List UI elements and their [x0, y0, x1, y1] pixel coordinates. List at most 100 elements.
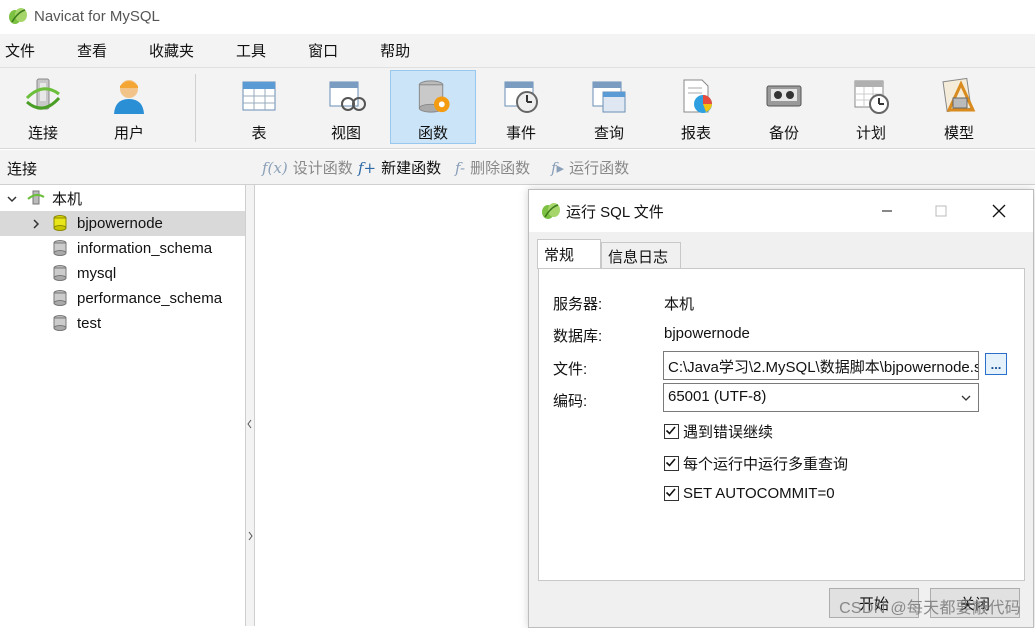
- user-label: 用户: [113, 125, 144, 142]
- tree-db-performance-schema[interactable]: performance_schema: [0, 286, 245, 311]
- model-button[interactable]: 模型: [916, 70, 1002, 144]
- splitter-handle-icon[interactable]: [246, 415, 254, 545]
- multi-query-checkbox[interactable]: 每个运行中运行多重查询: [664, 453, 848, 474]
- maximize-button[interactable]: [918, 190, 964, 232]
- tree-db-bjpowernode[interactable]: bjpowernode: [0, 211, 245, 236]
- tree-db-information-schema[interactable]: information_schema: [0, 236, 245, 261]
- user-button[interactable]: 用户: [86, 70, 172, 144]
- connection-button[interactable]: 连接: [0, 70, 86, 144]
- watermark: CSDN @每天都要敲代码: [839, 600, 1021, 617]
- continue-on-error-label: 遇到错误继续: [683, 424, 774, 441]
- autocommit-label: SET AUTOCOMMIT=0: [683, 485, 835, 502]
- database-value: bjpowernode: [664, 325, 750, 342]
- new-function-icon: f+: [358, 158, 377, 177]
- continue-on-error-checkbox[interactable]: 遇到错误继续: [664, 421, 773, 442]
- checkbox-checked-icon: [664, 456, 679, 471]
- run-function-icon: f▸: [551, 158, 565, 177]
- menu-favorites[interactable]: 收藏夹: [149, 40, 194, 61]
- table-label: 表: [251, 125, 267, 142]
- server-label: 服务器:: [553, 296, 603, 313]
- query-icon: [592, 81, 626, 113]
- minimize-button[interactable]: [864, 190, 910, 232]
- server-connection-icon: [27, 190, 45, 205]
- tab-log-label: 信息日志: [608, 248, 669, 266]
- pane-splitter[interactable]: [246, 185, 255, 626]
- delete-function-icon: f-: [455, 158, 466, 177]
- close-window-button[interactable]: [976, 190, 1022, 232]
- tree-db-mysql[interactable]: mysql: [0, 261, 245, 286]
- file-label: 文件:: [553, 361, 588, 378]
- tree-db-label: performance_schema: [77, 290, 223, 307]
- tab-general[interactable]: 常规: [537, 239, 601, 269]
- navicat-logo-icon: [9, 8, 27, 24]
- app-title-bar: Navicat for MySQL: [0, 0, 1035, 32]
- function-button[interactable]: 函数: [390, 70, 476, 144]
- encoding-select[interactable]: 65001 (UTF-8): [663, 383, 979, 412]
- report-icon: [683, 79, 712, 113]
- close-icon: [992, 204, 1006, 218]
- table-button[interactable]: 表: [216, 70, 302, 144]
- query-label: 查询: [593, 125, 624, 142]
- schedule-label: 计划: [855, 125, 886, 142]
- schedule-button[interactable]: 计划: [828, 70, 914, 144]
- tree-root-label: 本机: [52, 191, 83, 208]
- model-icon: [942, 77, 976, 113]
- navicat-logo-icon: [542, 203, 560, 219]
- dialog-title: 运行 SQL 文件: [566, 204, 664, 221]
- delete-function-button[interactable]: f- 删除函数: [455, 157, 530, 178]
- tab-general-label: 常规: [544, 247, 575, 264]
- tree-root-local[interactable]: 本机: [0, 186, 245, 211]
- table-icon: [242, 81, 276, 111]
- database-label: 数据库:: [553, 328, 603, 345]
- dialog-title-bar: 运行 SQL 文件: [529, 190, 1033, 232]
- database-icon: [53, 265, 67, 281]
- tree-db-label: mysql: [77, 265, 117, 282]
- design-function-icon: f(x): [262, 158, 288, 177]
- connection-section-label: 连接: [7, 161, 38, 178]
- tab-log[interactable]: 信息日志: [601, 242, 681, 269]
- encoding-value: 65001 (UTF-8): [668, 388, 767, 405]
- delete-function-label: 删除函数: [470, 160, 531, 177]
- database-open-icon: [53, 215, 67, 231]
- chevron-right-icon[interactable]: [30, 218, 42, 230]
- design-function-button[interactable]: f(x) 设计函数: [262, 157, 353, 178]
- tree-db-label: test: [77, 315, 102, 332]
- new-function-button[interactable]: f+ 新建函数: [358, 157, 441, 178]
- report-button[interactable]: 报表: [653, 70, 739, 144]
- tree-db-test[interactable]: test: [0, 311, 245, 336]
- app-title: Navicat for MySQL: [34, 7, 160, 25]
- chevron-down-icon[interactable]: [6, 193, 18, 205]
- menu-bar: 文件 查看 收藏夹 工具 窗口 帮助: [0, 34, 1035, 68]
- object-toolbar: 连接 f(x) 设计函数 f+ 新建函数 f- 删除函数 f▸ 运行函数: [0, 150, 1035, 185]
- query-button[interactable]: 查询: [566, 70, 652, 144]
- multi-query-label: 每个运行中运行多重查询: [683, 456, 849, 473]
- tree-db-label: bjpowernode: [77, 215, 163, 232]
- server-value: 本机: [664, 296, 695, 313]
- view-button[interactable]: 视图: [303, 70, 389, 144]
- database-icon: [53, 315, 67, 331]
- backup-label: 备份: [768, 125, 799, 142]
- user-icon: [114, 80, 144, 114]
- backup-icon: [766, 85, 802, 107]
- menu-file[interactable]: 文件: [5, 40, 35, 61]
- browse-file-button[interactable]: ...: [985, 353, 1007, 375]
- event-icon: [504, 81, 538, 113]
- encoding-label: 编码:: [553, 393, 588, 410]
- connection-label: 连接: [27, 125, 58, 142]
- checkbox-checked-icon: [664, 486, 679, 501]
- run-sql-file-dialog: 运行 SQL 文件 常规 信息日志 服务器: 本机 数据库: bjpowerno…: [528, 189, 1034, 628]
- backup-button[interactable]: 备份: [741, 70, 827, 144]
- run-function-label: 运行函数: [569, 160, 630, 177]
- menu-view[interactable]: 查看: [77, 40, 107, 61]
- event-button[interactable]: 事件: [478, 70, 564, 144]
- autocommit-checkbox[interactable]: SET AUTOCOMMIT=0: [664, 485, 835, 502]
- tree-db-label: information_schema: [77, 240, 213, 257]
- view-label: 视图: [330, 125, 361, 142]
- menu-tools[interactable]: 工具: [236, 40, 266, 61]
- file-path-input[interactable]: C:\Java学习\2.MySQL\数据脚本\bjpowernode.sql: [663, 351, 979, 380]
- menu-window[interactable]: 窗口: [308, 40, 338, 61]
- connection-icon: [25, 78, 61, 110]
- menu-help[interactable]: 帮助: [380, 40, 410, 61]
- database-icon: [53, 240, 67, 256]
- run-function-button[interactable]: f▸ 运行函数: [551, 157, 629, 178]
